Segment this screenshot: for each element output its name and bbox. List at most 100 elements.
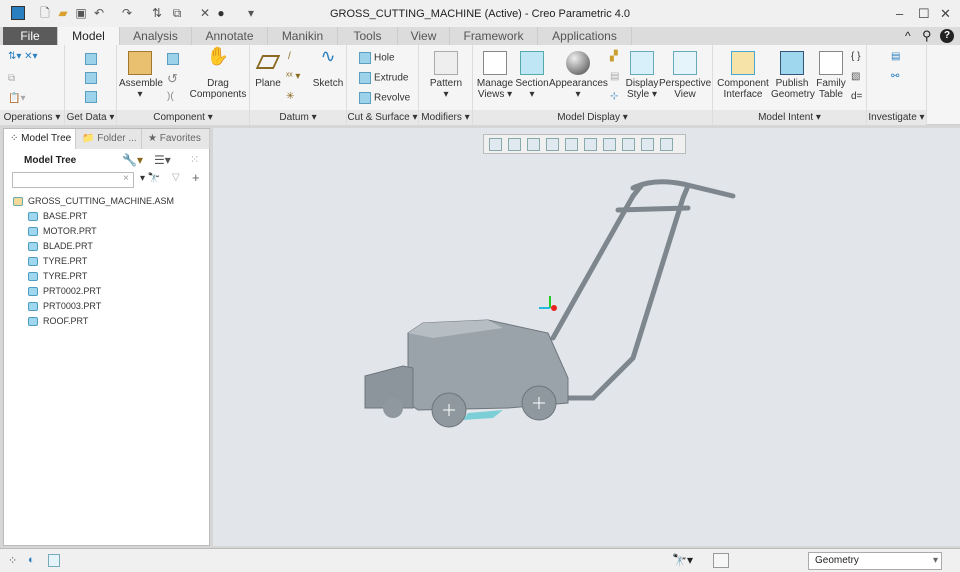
tab-favorites[interactable]: ★ Favorites [142, 129, 210, 149]
paste-icon[interactable]: 📋▾ [8, 93, 25, 104]
search-icon[interactable]: ⚲ [922, 28, 932, 44]
display-style-icon[interactable] [584, 138, 597, 151]
tree-item[interactable]: TYRE.PRT [28, 256, 87, 267]
tab-model-tree[interactable]: ⁘ Model Tree [4, 129, 76, 149]
publish-geometry-button[interactable]: Publish Geometry [771, 51, 815, 100]
tab-folder-browser[interactable]: 📁 Folder ... [76, 129, 142, 149]
repeat-icon[interactable]: ↺ [167, 71, 178, 87]
perspective-view-button[interactable]: Perspective View [659, 51, 711, 100]
tree-item[interactable]: TYRE.PRT [28, 271, 87, 282]
manage-views-button[interactable]: Manage Views ▾ [475, 51, 515, 100]
minimize-button[interactable]: – [896, 6, 903, 21]
create-icon[interactable] [167, 53, 179, 65]
display-style-button[interactable]: Display Style ▾ [623, 51, 661, 100]
global-reference-icon[interactable]: ⚯ [891, 71, 899, 82]
family-table-button[interactable]: Family Table [813, 51, 849, 100]
assemble-button[interactable]: Assemble ▾ [119, 51, 163, 100]
group-component: Assemble ▾ ↺ )( ✋ Drag Components Component… [117, 45, 250, 125]
copy-icon[interactable]: ⧉ [8, 73, 15, 84]
tab-tools[interactable]: Tools [338, 27, 398, 45]
mirror-icon[interactable]: )( [167, 91, 174, 102]
section-button[interactable]: Section ▾ [515, 51, 549, 100]
axis-icon[interactable]: / [288, 51, 291, 62]
perspective-view-icon [673, 51, 697, 75]
datum-display-icon[interactable] [641, 138, 654, 151]
tree-item[interactable]: PRT0002.PRT [28, 286, 101, 297]
add-icon[interactable]: + [192, 170, 200, 185]
spin-center-icon[interactable] [660, 138, 673, 151]
find-icon[interactable]: 🔭▾ [672, 553, 693, 567]
refit-icon[interactable] [489, 138, 502, 151]
graphics-viewport[interactable] [213, 128, 960, 546]
reference-viewer-icon[interactable]: ▤ [891, 51, 900, 62]
tab-model[interactable]: Model [58, 27, 120, 45]
window-title: GROSS_CUTTING_MACHINE (Active) - Creo Pa… [329, 8, 631, 20]
zoom-out-icon[interactable] [527, 138, 540, 151]
filter-tree-icon[interactable]: ⁙ [190, 153, 199, 166]
tree-item[interactable]: MOTOR.PRT [28, 226, 97, 237]
view-normal-icon[interactable]: ⊹ [610, 91, 618, 102]
copy-geometry-icon[interactable] [85, 72, 97, 84]
tab-view[interactable]: View [398, 27, 450, 45]
collapse-ribbon-icon[interactable]: ^ [905, 29, 911, 43]
settings-icon[interactable]: 🔧▾ [122, 153, 143, 167]
section-icon [520, 51, 544, 75]
appearance-icon[interactable] [565, 138, 578, 151]
shrinkwrap-icon[interactable] [85, 91, 97, 103]
selection-filter-dropdown[interactable]: Geometry ▾ [808, 552, 942, 570]
component-interface-button[interactable]: Component Interface [715, 51, 771, 100]
tab-file[interactable]: File [3, 27, 58, 45]
point-icon[interactable]: ˣˣ ▾ [286, 71, 300, 82]
layers-icon[interactable]: ▤ [610, 71, 619, 82]
tree-item[interactable]: ROOF.PRT [28, 316, 88, 327]
plane-button[interactable]: Plane [252, 51, 284, 89]
revolve-button[interactable]: Revolve [359, 92, 410, 104]
help-icon[interactable]: ? [940, 29, 954, 43]
tree-item[interactable]: PRT0003.PRT [28, 301, 101, 312]
full-screen-icon[interactable] [48, 554, 60, 567]
drag-components-button[interactable]: ✋ Drag Components [189, 47, 247, 100]
search-input[interactable] [12, 172, 134, 188]
pattern-button[interactable]: Pattern ▾ [425, 51, 467, 100]
regenerate-icon[interactable]: ⇅▾ ✕▾ [8, 51, 38, 62]
show-navigator-icon[interactable]: ⁘ [8, 554, 17, 567]
selection-buffer-icon[interactable] [713, 553, 729, 568]
find-icon[interactable]: ▾ 🔭 [140, 173, 160, 184]
filter-icon[interactable]: ▽ [172, 172, 180, 183]
browser-icon[interactable]: ◐ [28, 554, 35, 566]
tree-root[interactable]: GROSS_CUTTING_MACHINE.ASM [13, 196, 174, 207]
sketch-button[interactable]: ∿ Sketch [312, 46, 344, 89]
tab-framework[interactable]: Framework [450, 27, 538, 45]
hole-button[interactable]: Hole [359, 52, 395, 64]
maximize-button[interactable]: ☐ [918, 6, 930, 22]
assembly-icon [13, 197, 23, 207]
group-modifiers: Pattern ▾ Modifiers ▾ [419, 45, 473, 125]
switch-dimensions-icon[interactable]: d= [851, 91, 862, 102]
tree-item[interactable]: BLADE.PRT [28, 241, 93, 252]
group-get-data: Get Data ▾ [65, 45, 117, 125]
family-table-icon [819, 51, 843, 75]
tab-applications[interactable]: Applications [538, 27, 632, 45]
saved-orientations-icon[interactable]: ▞ [610, 51, 618, 62]
tab-annotate[interactable]: Annotate [192, 27, 268, 45]
sketch-icon: ∿ [320, 46, 336, 66]
manage-views-icon [483, 51, 507, 75]
parameters-icon[interactable]: ▧ [851, 71, 860, 82]
close-button[interactable]: ✕ [940, 6, 951, 22]
coordinate-system-icon[interactable]: ✳ [286, 91, 294, 102]
extrude-button[interactable]: Extrude [359, 72, 408, 84]
zoom-in-icon[interactable] [508, 138, 521, 151]
show-icon[interactable]: ☰▾ [154, 153, 171, 167]
relations-icon[interactable]: { } [851, 51, 860, 62]
tab-manikin[interactable]: Manikin [268, 27, 338, 45]
part-icon [28, 227, 38, 237]
clear-search-icon[interactable]: × [123, 173, 129, 184]
user-defined-feature-icon[interactable] [85, 53, 97, 65]
saved-orientations-icon[interactable] [603, 138, 616, 151]
tab-analysis[interactable]: Analysis [120, 27, 192, 45]
group-label[interactable]: Operations ▾ [0, 110, 64, 125]
repaint-icon[interactable] [546, 138, 559, 151]
tree-item[interactable]: BASE.PRT [28, 211, 87, 222]
appearances-button[interactable]: Appearances ▾ [549, 51, 608, 100]
view-manager-icon[interactable] [622, 138, 635, 151]
